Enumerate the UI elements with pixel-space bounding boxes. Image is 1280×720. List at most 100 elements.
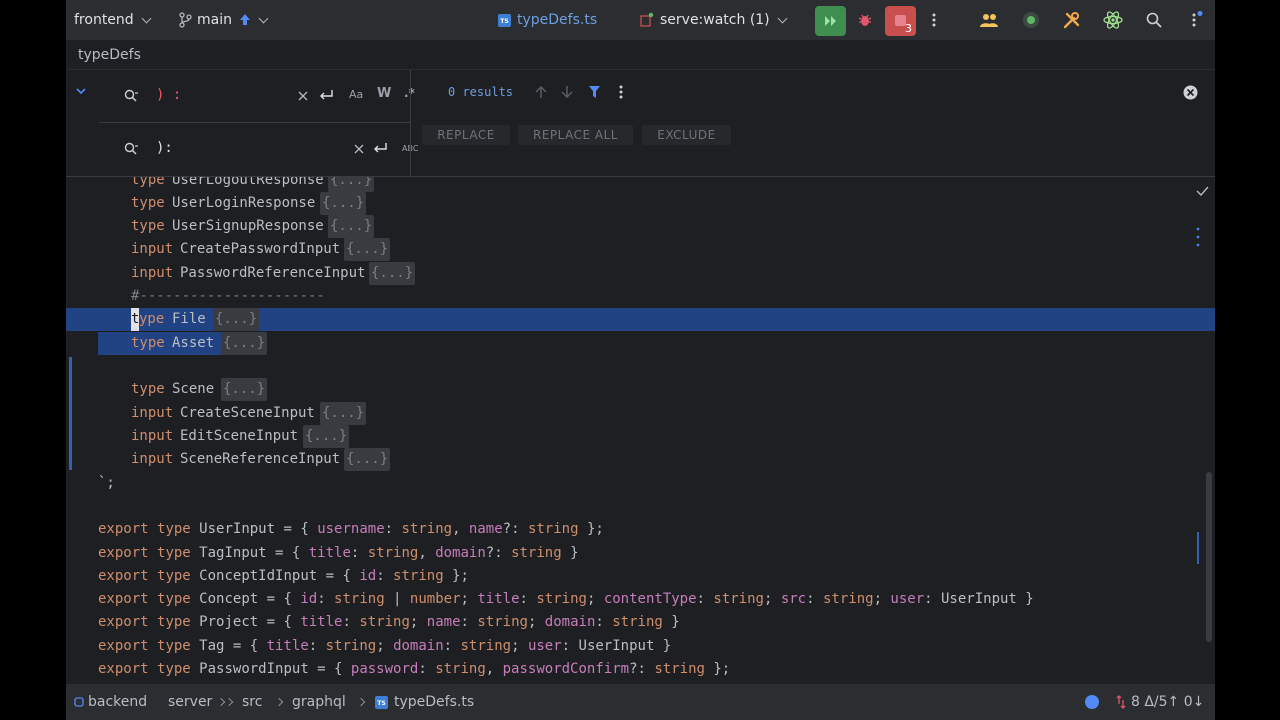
search-input[interactable]: ) :: [156, 87, 181, 103]
branch-selector[interactable]: main: [178, 0, 269, 40]
filter-icon[interactable]: [588, 85, 601, 99]
find-replace-panel: ) : Aa W .* ): ABC 0 results REPLACE REP…: [66, 70, 1215, 177]
code-line: export type Project = { title: string; n…: [98, 614, 680, 630]
editor-breadcrumb-header: typeDefs: [66, 40, 1215, 70]
code-line: type UserSignupResponse {...}: [66, 215, 1215, 238]
code-with-me-button[interactable]: [978, 10, 1000, 30]
code-line: export type Tag = { title: string; domai…: [98, 638, 672, 654]
push-arrow-icon: [239, 14, 250, 25]
file-title: typeDefs: [78, 46, 141, 63]
close-icon[interactable]: [1183, 85, 1198, 100]
replace-input[interactable]: ):: [156, 140, 173, 156]
more-icon: [932, 13, 936, 27]
results-count: 0 results: [448, 85, 514, 99]
more-icon[interactable]: [619, 85, 623, 99]
breadcrumb-graphql[interactable]: graphql: [292, 684, 346, 720]
code-line: type UserLoginResponse {...}: [66, 192, 1215, 215]
clear-icon[interactable]: [354, 144, 364, 154]
breadcrumb-src[interactable]: src: [242, 684, 262, 720]
check-icon: [1196, 186, 1209, 196]
run-config-selector[interactable]: serve:watch (1): [640, 0, 788, 40]
code-line: `;: [98, 475, 115, 491]
vertical-scrollbar[interactable]: [1206, 472, 1212, 642]
chevron-right-icon: [224, 697, 234, 707]
run-config-icon: [640, 12, 654, 27]
code-line: input CreatePasswordInput {...}: [66, 238, 1215, 261]
search-everywhere-button[interactable]: [1143, 10, 1165, 30]
search-field-icon: [124, 89, 138, 102]
chevron-right-icon: [356, 697, 366, 707]
search-icon: [1146, 12, 1162, 28]
main-toolbar: frontend main TS typeDefs.ts serve:watch…: [66, 0, 1215, 40]
code-line: input CreateSceneInput {...}: [66, 402, 1215, 425]
replace-button[interactable]: REPLACE: [422, 125, 510, 145]
next-occurrence-icon[interactable]: [561, 85, 573, 99]
ide-menu-button[interactable]: [1188, 10, 1204, 30]
code-line: input PasswordReferenceInput {...}: [66, 262, 1215, 285]
vcs-widget[interactable]: 8 Δ/5↑ 0↓: [1116, 684, 1204, 720]
chevron-down-icon: [258, 13, 269, 23]
selected-code-line: type Asset {...}: [66, 332, 1215, 355]
panel-divider: [410, 70, 411, 177]
search-row: ) : Aa W .*: [99, 70, 415, 123]
ts-file-icon: TS: [498, 13, 511, 27]
whole-words-toggle[interactable]: W: [377, 86, 391, 101]
selected-code-line: t ype File {...}: [66, 308, 1215, 331]
code-line: input SceneReferenceInput {...}: [66, 448, 1215, 471]
code-line: input EditSceneInput {...}: [66, 425, 1215, 448]
scroll-change-marker: [1197, 532, 1199, 564]
notifications-button[interactable]: 3: [885, 6, 916, 36]
more-actions-button[interactable]: [928, 10, 940, 30]
code-line: #----------------------: [131, 288, 325, 304]
status-button[interactable]: [1020, 10, 1042, 30]
status-bar: backend server src graphql TS typeDefs.t…: [66, 684, 1215, 720]
status-indicator[interactable]: [1085, 684, 1099, 720]
ide-window: frontend main TS typeDefs.ts serve:watch…: [66, 0, 1215, 720]
run-config-name: serve:watch (1): [660, 12, 770, 28]
code-line: type UserLogoutResponse {...}: [66, 177, 1215, 192]
run-icon: [824, 16, 836, 26]
clear-icon[interactable]: [298, 91, 308, 101]
code-line: export type ConceptIdInput = { id: strin…: [98, 568, 469, 584]
ai-assistant-button[interactable]: [1102, 10, 1124, 30]
toggle-replace-area[interactable]: [66, 70, 99, 177]
run-button[interactable]: [815, 6, 846, 36]
open-file-tab[interactable]: TS typeDefs.ts: [498, 0, 597, 40]
breadcrumb-file[interactable]: TS typeDefs.ts: [375, 684, 474, 720]
collaborators-icon: [980, 14, 998, 27]
debug-icon: [858, 14, 872, 26]
ai-atom-icon: [1103, 11, 1123, 29]
breadcrumb-backend[interactable]: backend: [74, 684, 147, 720]
project-selector[interactable]: frontend: [74, 0, 152, 40]
vcs-info: 8 Δ/5↑ 0↓: [1131, 694, 1205, 710]
debug-button[interactable]: [854, 10, 876, 30]
code-line: export type TagInput = { title: string, …: [98, 545, 579, 561]
chevron-down-icon: [777, 13, 788, 23]
settings-more-icon: [1192, 11, 1203, 27]
build-tools-button[interactable]: [1061, 10, 1083, 30]
breadcrumb-server[interactable]: server: [168, 684, 212, 720]
search-field-icon: [124, 142, 138, 155]
replace-row: ): ABC: [99, 123, 418, 176]
branch-name: main: [197, 12, 232, 28]
module-icon: [74, 697, 84, 707]
code-editor[interactable]: type UserLogoutResponse {...} type UserLogi…: [66, 177, 1215, 684]
exclude-button[interactable]: EXCLUDE: [642, 125, 731, 145]
replace-all-button[interactable]: REPLACE ALL: [518, 125, 633, 145]
expand-chevron-icon: [76, 88, 86, 95]
newline-icon[interactable]: [319, 89, 333, 101]
project-name: frontend: [74, 12, 134, 28]
code-line: export type UserInput = { username: stri…: [98, 521, 604, 537]
code-line: type Scene {...}: [66, 378, 1215, 401]
match-case-toggle[interactable]: Aa: [349, 88, 363, 101]
status-icon: [1023, 12, 1039, 28]
more-icon[interactable]: [1196, 227, 1200, 247]
build-tools-icon: [1063, 12, 1080, 29]
chevron-right-icon: [274, 697, 284, 707]
open-file-name: typeDefs.ts: [517, 12, 598, 28]
code-line: export type Concept = { id: string | num…: [98, 591, 1034, 607]
newline-icon[interactable]: [373, 142, 387, 154]
notifications-count: 3: [905, 22, 912, 35]
ts-file-icon: TS: [375, 695, 388, 709]
prev-occurrence-icon[interactable]: [535, 85, 547, 99]
